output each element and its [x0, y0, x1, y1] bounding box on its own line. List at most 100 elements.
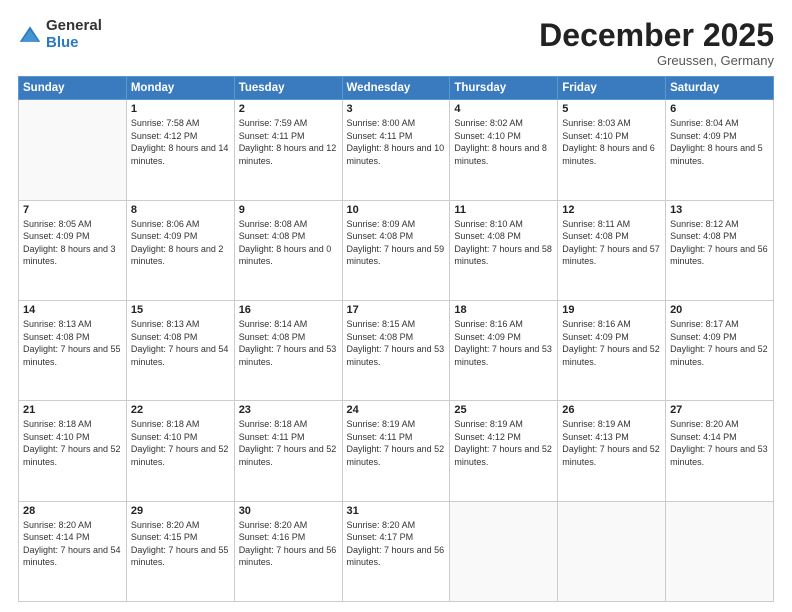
cell-info: Sunrise: 8:17 AMSunset: 4:09 PMDaylight:…	[670, 318, 769, 368]
cell-info: Sunrise: 8:14 AMSunset: 4:08 PMDaylight:…	[239, 318, 338, 368]
cell-info: Sunrise: 8:20 AMSunset: 4:17 PMDaylight:…	[347, 519, 446, 569]
calendar-cell: 25Sunrise: 8:19 AMSunset: 4:12 PMDayligh…	[450, 401, 558, 501]
calendar-cell: 5 Sunrise: 8:03 AMSunset: 4:10 PMDaylight…	[558, 100, 666, 200]
cell-info: Sunrise: 8:06 AMSunset: 4:09 PMDaylight:…	[131, 218, 230, 268]
day-number: 31	[347, 505, 446, 517]
logo-blue: Blue	[46, 35, 102, 52]
calendar-cell: 26 Sunrise: 8:19 AMSunset: 4:13 PMDayligh…	[558, 401, 666, 501]
day-number: 21	[23, 404, 122, 416]
header: General Blue December 2025 Greussen, Ger…	[18, 18, 774, 68]
cell-info: Sunrise: 8:20 AMSunset: 4:15 PMDaylight:…	[131, 519, 230, 569]
cell-info: Sunrise: 8:04 AMSunset: 4:09 PMDaylight:…	[670, 117, 769, 167]
day-number: 4	[454, 103, 553, 115]
day-number: 5	[562, 103, 661, 115]
cell-info: Sunrise: 7:59 AMSunset: 4:11 PMDaylight:…	[239, 117, 338, 167]
day-number: 15	[131, 304, 230, 316]
cell-info: Sunrise: 8:05 AMSunset: 4:09 PMDaylight:…	[23, 218, 122, 268]
calendar-cell: 11 Sunrise: 8:10 AMSunset: 4:08 PMDayligh…	[450, 200, 558, 300]
cell-info: Sunrise: 8:19 AMSunset: 4:13 PMDaylight:…	[562, 418, 661, 468]
calendar-cell: 16 Sunrise: 8:14 AMSunset: 4:08 PMDayligh…	[234, 300, 342, 400]
day-number: 12	[562, 204, 661, 216]
cell-info: Sunrise: 8:15 AMSunset: 4:08 PMDaylight:…	[347, 318, 446, 368]
weekday-header: Friday	[558, 77, 666, 100]
day-number: 22	[131, 404, 230, 416]
calendar-cell: 4 Sunrise: 8:02 AMSunset: 4:10 PMDaylight…	[450, 100, 558, 200]
weekday-header: Saturday	[666, 77, 774, 100]
day-number: 29	[131, 505, 230, 517]
calendar-cell: 27 Sunrise: 8:20 AMSunset: 4:14 PMDayligh…	[666, 401, 774, 501]
calendar-cell: 2 Sunrise: 7:59 AMSunset: 4:11 PMDaylight…	[234, 100, 342, 200]
cell-info: Sunrise: 8:16 AMSunset: 4:09 PMDaylight:…	[562, 318, 661, 368]
day-number: 7	[23, 204, 122, 216]
cell-info: Sunrise: 8:00 AMSunset: 4:11 PMDaylight:…	[347, 117, 446, 167]
cell-info: Sunrise: 8:20 AMSunset: 4:14 PMDaylight:…	[23, 519, 122, 569]
calendar-cell: 1Sunrise: 7:58 AMSunset: 4:12 PMDaylight…	[126, 100, 234, 200]
weekday-header: Wednesday	[342, 77, 450, 100]
calendar-week-row: 21 Sunrise: 8:18 AMSunset: 4:10 PMDayligh…	[19, 401, 774, 501]
day-number: 14	[23, 304, 122, 316]
title-block: December 2025 Greussen, Germany	[539, 18, 774, 68]
day-number: 2	[239, 103, 338, 115]
weekday-header: Sunday	[19, 77, 127, 100]
day-number: 8	[131, 204, 230, 216]
day-number: 13	[670, 204, 769, 216]
day-number: 6	[670, 103, 769, 115]
cell-info: Sunrise: 8:19 AMSunset: 4:12 PMDaylight:…	[454, 418, 553, 468]
calendar-cell: 8 Sunrise: 8:06 AMSunset: 4:09 PMDaylight…	[126, 200, 234, 300]
calendar-cell	[558, 501, 666, 601]
calendar-cell: 23Sunrise: 8:18 AMSunset: 4:11 PMDayligh…	[234, 401, 342, 501]
calendar-table: SundayMondayTuesdayWednesdayThursdayFrid…	[18, 76, 774, 602]
cell-info: Sunrise: 8:09 AMSunset: 4:08 PMDaylight:…	[347, 218, 446, 268]
weekday-header: Monday	[126, 77, 234, 100]
day-number: 17	[347, 304, 446, 316]
calendar-week-row: 7 Sunrise: 8:05 AMSunset: 4:09 PMDaylight…	[19, 200, 774, 300]
cell-info: Sunrise: 8:18 AMSunset: 4:10 PMDaylight:…	[23, 418, 122, 468]
cell-info: Sunrise: 8:13 AMSunset: 4:08 PMDaylight:…	[23, 318, 122, 368]
calendar-cell: 31 Sunrise: 8:20 AMSunset: 4:17 PMDayligh…	[342, 501, 450, 601]
day-number: 30	[239, 505, 338, 517]
logo-text: General Blue	[46, 18, 102, 51]
calendar-cell: 29 Sunrise: 8:20 AMSunset: 4:15 PMDayligh…	[126, 501, 234, 601]
cell-info: Sunrise: 8:20 AMSunset: 4:16 PMDaylight:…	[239, 519, 338, 569]
calendar-page: General Blue December 2025 Greussen, Ger…	[0, 0, 792, 612]
calendar-cell: 18Sunrise: 8:16 AMSunset: 4:09 PMDayligh…	[450, 300, 558, 400]
calendar-week-row: 1Sunrise: 7:58 AMSunset: 4:12 PMDaylight…	[19, 100, 774, 200]
calendar-cell: 13Sunrise: 8:12 AMSunset: 4:08 PMDayligh…	[666, 200, 774, 300]
weekday-header-row: SundayMondayTuesdayWednesdayThursdayFrid…	[19, 77, 774, 100]
calendar-cell: 30 Sunrise: 8:20 AMSunset: 4:16 PMDayligh…	[234, 501, 342, 601]
calendar-cell: 19Sunrise: 8:16 AMSunset: 4:09 PMDayligh…	[558, 300, 666, 400]
day-number: 27	[670, 404, 769, 416]
cell-info: Sunrise: 8:10 AMSunset: 4:08 PMDaylight:…	[454, 218, 553, 268]
calendar-cell: 6 Sunrise: 8:04 AMSunset: 4:09 PMDaylight…	[666, 100, 774, 200]
calendar-cell: 17 Sunrise: 8:15 AMSunset: 4:08 PMDayligh…	[342, 300, 450, 400]
day-number: 3	[347, 103, 446, 115]
cell-info: Sunrise: 8:11 AMSunset: 4:08 PMDaylight:…	[562, 218, 661, 268]
month-title: December 2025	[539, 18, 774, 53]
calendar-cell: 14 Sunrise: 8:13 AMSunset: 4:08 PMDayligh…	[19, 300, 127, 400]
day-number: 26	[562, 404, 661, 416]
day-number: 18	[454, 304, 553, 316]
day-number: 10	[347, 204, 446, 216]
day-number: 16	[239, 304, 338, 316]
weekday-header: Tuesday	[234, 77, 342, 100]
cell-info: Sunrise: 8:20 AMSunset: 4:14 PMDaylight:…	[670, 418, 769, 468]
calendar-cell: 10 Sunrise: 8:09 AMSunset: 4:08 PMDayligh…	[342, 200, 450, 300]
calendar-cell: 21 Sunrise: 8:18 AMSunset: 4:10 PMDayligh…	[19, 401, 127, 501]
calendar-cell: 22 Sunrise: 8:18 AMSunset: 4:10 PMDayligh…	[126, 401, 234, 501]
cell-info: Sunrise: 8:18 AMSunset: 4:11 PMDaylight:…	[239, 418, 338, 468]
cell-info: Sunrise: 7:58 AMSunset: 4:12 PMDaylight:…	[131, 117, 230, 167]
calendar-week-row: 28Sunrise: 8:20 AMSunset: 4:14 PMDayligh…	[19, 501, 774, 601]
calendar-cell	[450, 501, 558, 601]
calendar-week-row: 14 Sunrise: 8:13 AMSunset: 4:08 PMDayligh…	[19, 300, 774, 400]
day-number: 24	[347, 404, 446, 416]
day-number: 20	[670, 304, 769, 316]
cell-info: Sunrise: 8:18 AMSunset: 4:10 PMDaylight:…	[131, 418, 230, 468]
calendar-cell: 15Sunrise: 8:13 AMSunset: 4:08 PMDayligh…	[126, 300, 234, 400]
calendar-cell: 3 Sunrise: 8:00 AMSunset: 4:11 PMDaylight…	[342, 100, 450, 200]
calendar-cell: 9Sunrise: 8:08 AMSunset: 4:08 PMDaylight…	[234, 200, 342, 300]
day-number: 11	[454, 204, 553, 216]
location-subtitle: Greussen, Germany	[539, 53, 774, 68]
calendar-cell: 7 Sunrise: 8:05 AMSunset: 4:09 PMDaylight…	[19, 200, 127, 300]
cell-info: Sunrise: 8:03 AMSunset: 4:10 PMDaylight:…	[562, 117, 661, 167]
cell-info: Sunrise: 8:02 AMSunset: 4:10 PMDaylight:…	[454, 117, 553, 167]
